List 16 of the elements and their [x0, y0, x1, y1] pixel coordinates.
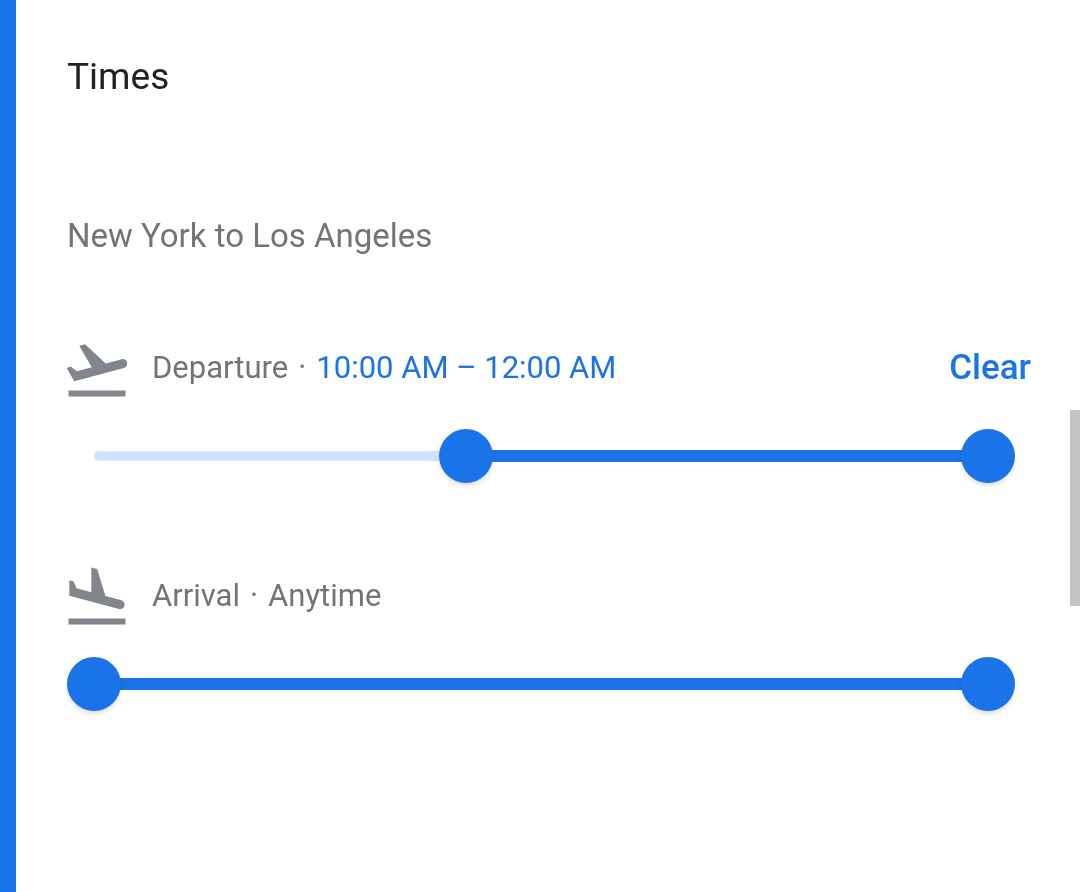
time-range: Anytime — [268, 576, 382, 616]
separator-dot: · — [249, 576, 259, 616]
slider-thumb[interactable] — [961, 429, 1015, 483]
time-range: 10:00 AM – 12:00 AM — [316, 348, 617, 388]
slider-thumb[interactable] — [438, 429, 493, 483]
section-title: Times — [67, 54, 170, 100]
slider-thumb[interactable] — [67, 657, 121, 711]
separator-dot: · — [298, 348, 307, 388]
route-text: New York to Los Angeles — [67, 215, 433, 257]
landing-icon — [67, 567, 127, 625]
filter-label: Arrival — [152, 576, 240, 616]
slider-thumb[interactable] — [961, 657, 1015, 711]
clear-button[interactable]: Clear — [949, 346, 1031, 390]
range-slider[interactable] — [67, 656, 1015, 712]
filter-label: Departure — [152, 348, 289, 388]
scrollbar[interactable] — [1070, 410, 1080, 606]
